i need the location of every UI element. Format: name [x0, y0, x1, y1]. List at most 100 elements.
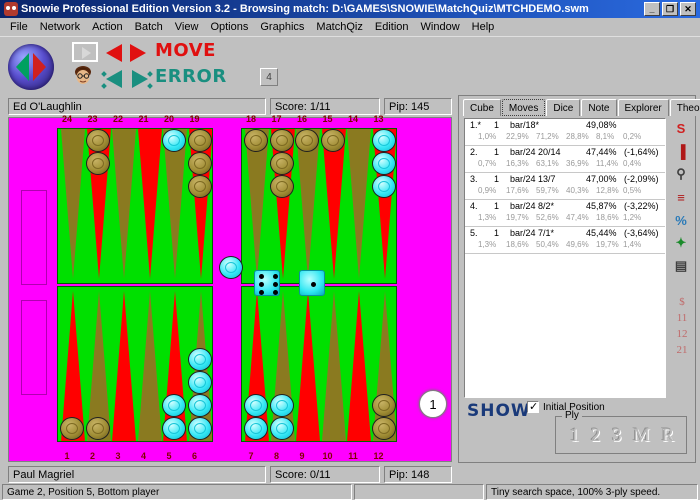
cube-slot-top[interactable] — [21, 190, 47, 285]
tab-note[interactable]: Note — [581, 99, 616, 116]
maximize-button[interactable]: ❐ — [662, 2, 678, 16]
backgammon-board[interactable]: 242322212019181716151413 123456789101112… — [8, 117, 452, 462]
menu-action[interactable]: Action — [86, 20, 129, 34]
checker[interactable] — [60, 417, 84, 440]
menu-file[interactable]: File — [4, 20, 34, 34]
menu-help[interactable]: Help — [466, 20, 501, 34]
menu-window[interactable]: Window — [415, 20, 466, 34]
die-right[interactable] — [299, 270, 325, 296]
tab-moves[interactable]: Moves — [502, 99, 545, 116]
board-point[interactable] — [296, 291, 320, 441]
move-play: bar/24 20/14 — [510, 147, 561, 157]
new-document-icon[interactable]: ▤ — [671, 256, 691, 276]
move-back-arrow-icon[interactable] — [106, 44, 122, 62]
error-forward-arrow-icon[interactable] — [132, 70, 148, 88]
doubling-cube[interactable]: 1 — [419, 390, 447, 418]
checker[interactable] — [270, 175, 294, 198]
board-quadrant-top-right[interactable] — [241, 128, 397, 284]
ply-option-3[interactable]: 3 — [612, 425, 622, 447]
checker[interactable] — [372, 417, 396, 440]
snowie-s-icon[interactable]: S — [671, 118, 691, 138]
checker[interactable] — [188, 417, 212, 440]
menu-batch[interactable]: Batch — [129, 20, 169, 34]
menu-options[interactable]: Options — [204, 20, 254, 34]
board-quadrant-top-left[interactable] — [57, 128, 213, 284]
move-forward-arrow-icon[interactable] — [130, 44, 146, 62]
minimize-button[interactable]: _ — [644, 2, 660, 16]
checker[interactable] — [270, 417, 294, 440]
bar-checker[interactable] — [219, 256, 243, 279]
tab-dice[interactable]: Dice — [546, 99, 580, 116]
move-row[interactable]: 2.1bar/24 20/1447,44%(-1,64%)0,7%16,3%63… — [465, 146, 665, 173]
menu-graphics[interactable]: Graphics — [254, 20, 310, 34]
money-icon[interactable]: ✦ — [671, 233, 691, 253]
checker[interactable] — [372, 394, 396, 417]
checker[interactable] — [244, 417, 268, 440]
status-bar: Game 2, Position 5, Bottom player Tiny s… — [0, 484, 700, 500]
board-point[interactable] — [61, 129, 85, 279]
board-quadrant-bottom-right[interactable] — [241, 286, 397, 442]
board-point[interactable] — [322, 291, 346, 441]
checker[interactable] — [86, 129, 110, 152]
checker[interactable] — [86, 417, 110, 440]
ply-option-1[interactable]: 1 — [570, 425, 580, 447]
tab-theory[interactable]: Theory — [670, 99, 700, 116]
checker[interactable] — [244, 129, 268, 152]
tab-explorer[interactable]: Explorer — [618, 99, 669, 116]
board-point[interactable] — [138, 291, 162, 441]
error-back-arrow-icon[interactable] — [106, 70, 122, 88]
checker[interactable] — [372, 152, 396, 175]
status-left: Game 2, Position 5, Bottom player — [2, 484, 352, 500]
checker[interactable] — [188, 348, 212, 371]
menu-view[interactable]: View — [169, 20, 205, 34]
move-row[interactable]: 5.1bar/24 7/1*45,44%(-3,64%)1,3%18,6%50,… — [465, 227, 665, 254]
checker[interactable] — [372, 175, 396, 198]
bar-chart-icon[interactable]: ▐ — [671, 141, 691, 161]
checker[interactable] — [270, 129, 294, 152]
board-point[interactable] — [138, 129, 162, 279]
move-probability: 71,2% — [536, 132, 559, 141]
checker[interactable] — [295, 129, 319, 152]
die-left[interactable] — [254, 270, 280, 296]
move-row[interactable]: 1.*1bar/18*49,08%1,0%22,9%71,2%28,8%8,1%… — [465, 119, 665, 146]
menu-network[interactable]: Network — [34, 20, 86, 34]
checker[interactable] — [270, 394, 294, 417]
cube-slot-bottom[interactable] — [21, 300, 47, 395]
checker[interactable] — [188, 394, 212, 417]
menu-matchqiz[interactable]: MatchQiz — [310, 20, 368, 34]
tab-cube[interactable]: Cube — [463, 99, 501, 116]
checker[interactable] — [244, 394, 268, 417]
point-number: 6 — [185, 451, 205, 461]
board-point[interactable] — [112, 129, 136, 279]
checker[interactable] — [188, 175, 212, 198]
select-arrow-button[interactable] — [72, 42, 98, 62]
checker[interactable] — [188, 371, 212, 394]
percent-icon[interactable]: % — [671, 210, 691, 230]
checker[interactable] — [162, 129, 186, 152]
move-row[interactable]: 3.1bar/24 13/747,00%(-2,09%)0,9%17,6%59,… — [465, 173, 665, 200]
move-roll: 1 — [494, 201, 499, 211]
checker[interactable] — [372, 129, 396, 152]
checker[interactable] — [188, 129, 212, 152]
board-point[interactable] — [347, 129, 371, 279]
magnifier-icon[interactable]: ⚲ — [671, 164, 691, 184]
menu-edition[interactable]: Edition — [369, 20, 415, 34]
close-button[interactable]: ✕ — [680, 2, 696, 16]
board-point[interactable] — [347, 291, 371, 441]
move-list[interactable]: 1.*1bar/18*49,08%1,0%22,9%71,2%28,8%8,1%… — [464, 118, 666, 398]
ply-option-M[interactable]: M — [633, 425, 650, 447]
checker[interactable] — [188, 152, 212, 175]
initial-position-checkbox[interactable] — [527, 401, 539, 413]
checker[interactable] — [162, 417, 186, 440]
checker[interactable] — [162, 394, 186, 417]
checker[interactable] — [270, 152, 294, 175]
move-number-button[interactable]: 4 — [260, 68, 278, 86]
stripes-icon[interactable]: ≡ — [671, 187, 691, 207]
move-probability: 0,2% — [623, 132, 641, 141]
checker[interactable] — [86, 152, 110, 175]
checker[interactable] — [321, 129, 345, 152]
ply-option-R[interactable]: R — [662, 425, 675, 447]
board-point[interactable] — [112, 291, 136, 441]
ply-option-2[interactable]: 2 — [591, 425, 601, 447]
move-row[interactable]: 4.1bar/24 8/2*45,87%(-3,22%)1,3%19,7%52,… — [465, 200, 665, 227]
